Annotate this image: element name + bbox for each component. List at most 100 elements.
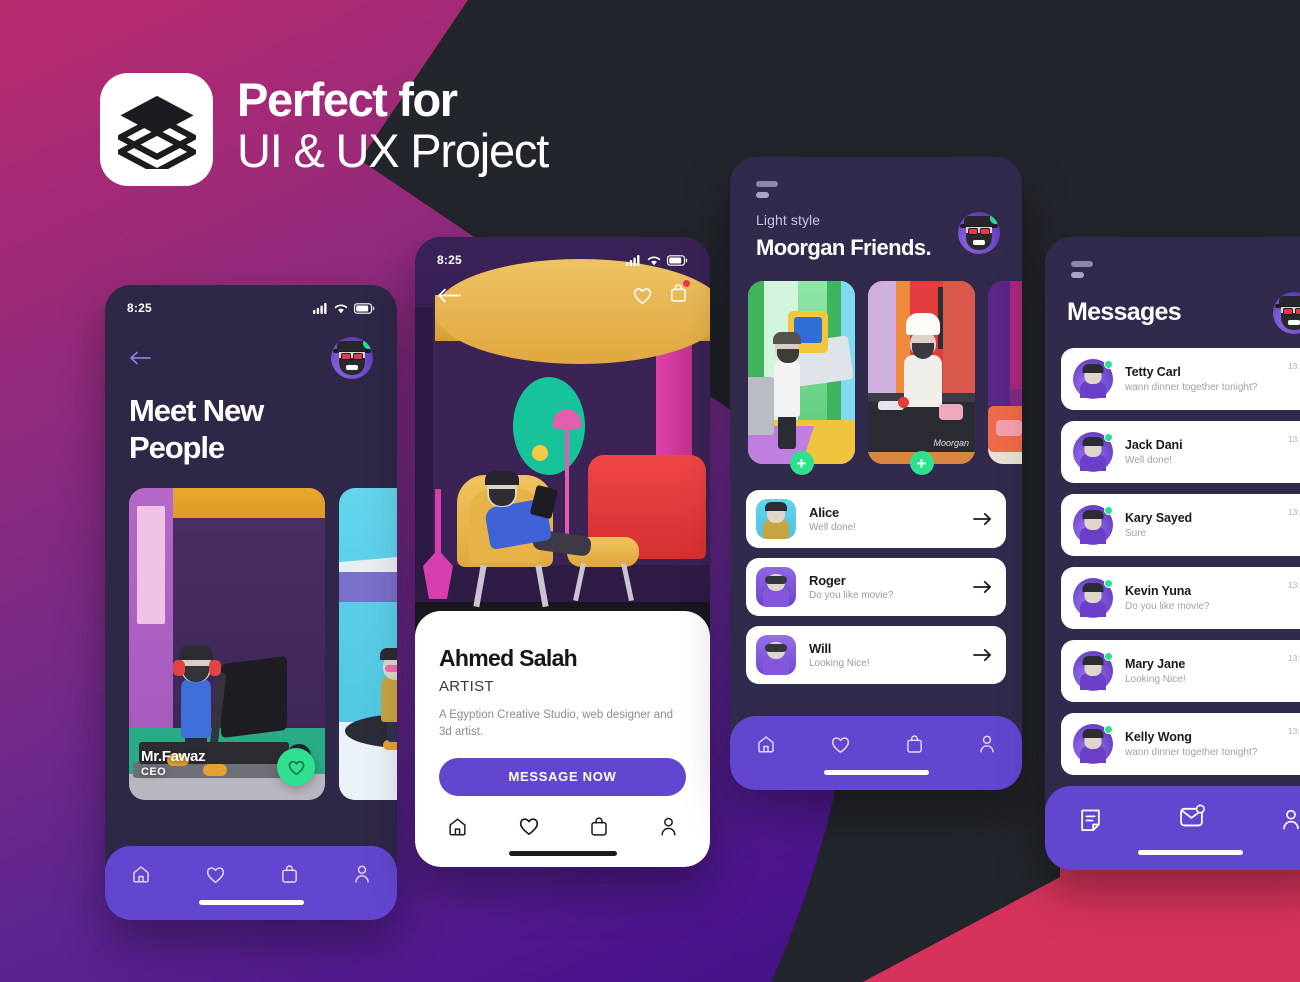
bottom-navigation[interactable] bbox=[730, 716, 1022, 790]
online-status-dot bbox=[1104, 433, 1113, 442]
friend-message: Do you like movie? bbox=[809, 590, 894, 601]
cellular-icon bbox=[626, 254, 640, 266]
arrow-left-icon[interactable] bbox=[129, 351, 151, 365]
person-icon[interactable] bbox=[978, 734, 996, 754]
bottom-navigation[interactable] bbox=[1045, 786, 1300, 870]
message-row[interactable]: Jack Dani Well done! 13:05pm bbox=[1061, 421, 1300, 483]
story-card[interactable]: Moorgan + bbox=[868, 281, 975, 475]
contact-name: Jack Dani bbox=[1125, 438, 1183, 452]
phone-mockup-artist-profile: 8:25 Ahmed Salah ARTIST A Egyption Creat… bbox=[415, 237, 710, 867]
bag-icon[interactable] bbox=[589, 816, 609, 837]
arrow-right-icon[interactable] bbox=[973, 648, 992, 662]
contact-name: Tetty Carl bbox=[1125, 365, 1181, 379]
person-icon[interactable] bbox=[353, 864, 371, 884]
page-title: Meet New People bbox=[105, 379, 397, 466]
person-name: Mr.Fawaz bbox=[141, 748, 206, 766]
messages-list: Tetty Carl wann dinner together tonight?… bbox=[1045, 334, 1300, 775]
wifi-icon bbox=[647, 256, 661, 265]
avatar bbox=[756, 635, 796, 675]
profile-name: Ahmed Salah bbox=[439, 645, 578, 671]
hero-toolbar bbox=[415, 280, 710, 308]
bag-icon[interactable] bbox=[280, 864, 299, 884]
online-status-dot bbox=[363, 338, 373, 349]
message-row[interactable]: Kary Sayed Sure 13:05pm bbox=[1061, 494, 1300, 556]
avatar[interactable] bbox=[1273, 292, 1300, 334]
person-card[interactable] bbox=[339, 488, 397, 801]
list-item[interactable]: Roger Do you like movie? bbox=[746, 558, 1006, 616]
friend-message: Looking Nice! bbox=[809, 658, 870, 669]
avatar[interactable] bbox=[958, 212, 1000, 254]
online-status-dot bbox=[1104, 579, 1113, 588]
person-role: CEO bbox=[141, 766, 167, 779]
profile-role: ARTIST bbox=[439, 678, 494, 695]
person-card[interactable]: Mr.Fawaz CEO bbox=[129, 488, 325, 801]
list-item[interactable]: Will Looking Nice! bbox=[746, 626, 1006, 684]
profile-sheet: Ahmed Salah ARTIST A Egyption Creative S… bbox=[415, 611, 710, 867]
story-card[interactable] bbox=[988, 281, 1022, 464]
avatar bbox=[756, 499, 796, 539]
home-indicator bbox=[823, 770, 929, 775]
wifi-icon bbox=[334, 304, 348, 313]
header-subtitle: Light style bbox=[756, 212, 821, 228]
heart-icon[interactable] bbox=[632, 286, 653, 305]
message-time: 13:05pm bbox=[1287, 726, 1300, 736]
home-icon[interactable] bbox=[756, 734, 776, 754]
hamburger-icon[interactable] bbox=[730, 157, 1022, 198]
message-preview: Well done! bbox=[1125, 455, 1173, 466]
message-now-button[interactable]: MESSAGE NOW bbox=[439, 757, 686, 796]
avatar bbox=[756, 567, 796, 607]
message-time: 13:05pm bbox=[1287, 507, 1300, 517]
friend-name: Alice bbox=[809, 505, 840, 520]
story-card[interactable]: + bbox=[748, 281, 855, 475]
online-status-dot bbox=[1104, 725, 1113, 734]
people-card-carousel[interactable]: Mr.Fawaz CEO bbox=[105, 466, 397, 801]
person-icon[interactable] bbox=[659, 816, 678, 837]
message-row[interactable]: Tetty Carl wann dinner together tonight?… bbox=[1061, 348, 1300, 410]
person-icon[interactable] bbox=[1281, 808, 1300, 831]
status-bar: 8:25 bbox=[105, 285, 397, 315]
chat-document-icon[interactable] bbox=[1079, 807, 1102, 832]
message-time: 13:05pm bbox=[1287, 434, 1300, 444]
profile-description: A Egyption Creative Studio, web designer… bbox=[439, 709, 673, 739]
page-title-line-2: People bbox=[129, 429, 225, 465]
battery-icon bbox=[354, 302, 375, 314]
home-icon[interactable] bbox=[131, 864, 151, 884]
heart-icon[interactable] bbox=[830, 735, 851, 754]
avatar[interactable] bbox=[331, 337, 373, 379]
message-row[interactable]: Kelly Wong wann dinner together tonight?… bbox=[1061, 713, 1300, 775]
promo-line-2: UI & UX Project bbox=[237, 123, 549, 177]
arrow-right-icon[interactable] bbox=[973, 512, 992, 526]
heart-icon[interactable] bbox=[518, 816, 540, 836]
message-preview: wann dinner together tonight? bbox=[1125, 382, 1258, 393]
message-time: 13:05pm bbox=[1287, 580, 1300, 590]
bag-icon[interactable] bbox=[905, 734, 924, 754]
arrow-right-icon[interactable] bbox=[973, 580, 992, 594]
list-item[interactable]: Alice Well done! bbox=[746, 490, 1006, 548]
hamburger-icon[interactable] bbox=[1045, 237, 1300, 278]
phone-mockup-moorgan-friends: Light style Moorgan Friends. + Moorgan +… bbox=[730, 157, 1022, 790]
online-status-dot bbox=[1104, 652, 1113, 661]
promo-brand: Perfect for UI & UX Project bbox=[100, 73, 549, 186]
like-button[interactable] bbox=[277, 748, 315, 787]
home-icon[interactable] bbox=[447, 816, 468, 837]
heart-icon[interactable] bbox=[205, 865, 226, 884]
friend-name: Roger bbox=[809, 573, 846, 588]
message-time: 13:05pm bbox=[1287, 653, 1300, 663]
inbox-badge-icon[interactable] bbox=[1178, 804, 1205, 829]
bottom-navigation[interactable] bbox=[439, 796, 686, 837]
avatar bbox=[1073, 651, 1113, 691]
bottom-navigation[interactable] bbox=[105, 846, 397, 920]
status-time: 8:25 bbox=[127, 301, 152, 315]
add-story-button[interactable]: + bbox=[909, 451, 934, 475]
home-indicator bbox=[508, 850, 617, 856]
contact-name: Kevin Yuna bbox=[1125, 584, 1192, 598]
story-carousel[interactable]: + Moorgan + bbox=[730, 261, 1022, 475]
story-watermark: Moorgan bbox=[933, 438, 969, 448]
add-story-button[interactable]: + bbox=[789, 451, 814, 475]
message-preview: Sure bbox=[1125, 528, 1147, 539]
message-row[interactable]: Kevin Yuna Do you like movie? 13:05pm bbox=[1061, 567, 1300, 629]
contact-name: Kary Sayed bbox=[1125, 511, 1193, 525]
message-row[interactable]: Mary Jane Looking Nice! 13:05pm bbox=[1061, 640, 1300, 702]
arrow-left-icon[interactable] bbox=[437, 288, 461, 303]
online-status-dot bbox=[1104, 360, 1113, 369]
